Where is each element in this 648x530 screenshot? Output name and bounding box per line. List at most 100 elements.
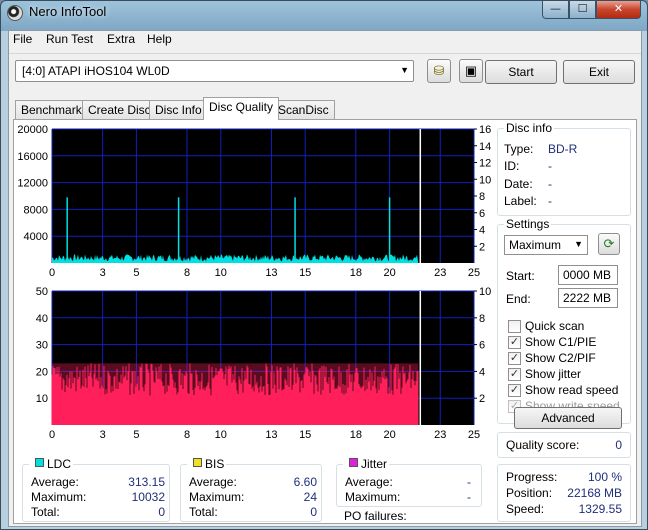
checkbox[interactable] [508, 320, 521, 333]
bis-title-text: BIS [205, 457, 225, 471]
x-tick-label: 8 [184, 429, 190, 441]
checkbox[interactable]: ✓ [508, 384, 521, 397]
y-right-tick-label: 8 [479, 313, 485, 325]
drive-select[interactable]: [4:0] ATAPI iHOS104 WL0D ▼ [15, 60, 414, 82]
menu-extra[interactable]: Extra [107, 32, 135, 46]
start-button[interactable]: Start [485, 60, 557, 84]
quality-score-group: Quality score: 0 [497, 432, 631, 458]
bis-maximum-label: Maximum: [189, 490, 245, 504]
minimize-button[interactable]: — [542, 1, 569, 19]
end-input[interactable]: 2222 MB [558, 288, 618, 308]
y-right-tick-label: 4 [479, 225, 485, 237]
eject-button[interactable]: ⛁ [427, 59, 451, 83]
y-right-tick-label: 10 [479, 286, 491, 298]
x-tick-label: 8 [184, 267, 190, 279]
refresh-icon: ⟳ [603, 236, 615, 251]
end-label: End: [506, 292, 531, 306]
x-tick-label: 18 [350, 429, 362, 441]
disc-info-group: Disc info Type: BD-R ID: - Date: - Label… [497, 121, 631, 216]
checkbox-label: Show jitter [525, 367, 582, 381]
tab-disc-info[interactable]: Disc Info [149, 100, 208, 120]
checkbox[interactable]: ✓ [508, 368, 521, 381]
charts-svg: 0 3 5 8 10 13 15 18 20 23 254000800012000160002000… [17, 124, 491, 441]
refresh-button[interactable]: ⟳ [598, 233, 620, 255]
x-tick-label: 20 [383, 267, 395, 279]
menu-bar: File Run Test Extra Help [9, 31, 641, 49]
jitter-maximum-label: Maximum: [345, 490, 401, 504]
tab-benchmark[interactable]: Benchmark [15, 100, 88, 120]
ldc-total-value: 0 [158, 505, 165, 519]
start-input[interactable]: 0000 MB [558, 265, 618, 285]
tab-disc-quality[interactable]: Disc Quality [203, 97, 280, 120]
save-button[interactable]: ▣ [459, 59, 483, 83]
x-tick-label: 5 [133, 429, 139, 441]
x-tick-label: 0 [49, 429, 55, 441]
ldc-stats-group: LDC Average: 313.15 Maximum: 10032 Total… [22, 457, 170, 522]
jitter-stats-group: Jitter Average: - Maximum: - [336, 457, 482, 507]
bis-swatch [193, 458, 202, 467]
ldc-average-value: 313.15 [128, 475, 165, 489]
y-right-tick-label: 6 [479, 208, 485, 220]
bis-average-label: Average: [189, 475, 237, 489]
ldc-title-text: LDC [47, 457, 72, 471]
jitter-title-text: Jitter [361, 457, 388, 471]
drive-select-value: [4:0] ATAPI iHOS104 WL0D [22, 64, 170, 78]
close-button[interactable]: ✕ [596, 1, 641, 19]
x-tick-label: 15 [299, 429, 311, 441]
y-left-tick-label: 16000 [17, 151, 48, 163]
chevron-down-icon: ▼ [400, 65, 409, 75]
bis-total-label: Total: [189, 505, 218, 519]
checkbox-label: Show C1/PIE [525, 335, 597, 349]
bis-title: BIS [187, 457, 227, 471]
x-tick-label: 3 [100, 267, 106, 279]
disc-info-title: Disc info [504, 121, 555, 135]
floppy-icon: ▣ [464, 63, 478, 78]
y-right-tick-label: 2 [479, 241, 485, 253]
checkbox[interactable]: ✓ [508, 336, 521, 349]
jitter-average-label: Average: [345, 475, 393, 489]
exit-button[interactable]: Exit [563, 60, 635, 84]
x-tick-label: 23 [434, 429, 446, 441]
tab-create-disc[interactable]: Create Disc [82, 100, 157, 120]
advanced-button[interactable]: Advanced [514, 407, 622, 429]
x-tick-label: 0 [49, 267, 55, 279]
menu-help[interactable]: Help [147, 32, 172, 46]
tab-scandisc[interactable]: ScanDisc [272, 100, 335, 120]
checkbox-label: Show C2/PIF [525, 351, 596, 365]
menu-file[interactable]: File [13, 32, 32, 46]
bis-total-value: 0 [310, 505, 317, 519]
x-tick-label: 23 [434, 267, 446, 279]
type-value: BD-R [548, 142, 578, 156]
checkbox[interactable]: ✓ [508, 352, 521, 365]
x-tick-label: 5 [133, 267, 139, 279]
y-left-tick-label: 20000 [17, 124, 48, 136]
disc-drive-icon: ⛁ [433, 63, 445, 78]
plot-background-ldc [52, 129, 474, 263]
charts-area: 0 3 5 8 10 13 15 18 20 23 25 4000 8000 12000 16000 2000… [14, 120, 494, 453]
y-right-tick-label: 14 [479, 141, 491, 153]
menu-run-test[interactable]: Run Test [46, 32, 93, 46]
label-label: Label: [504, 194, 537, 208]
ldc-total-label: Total: [31, 505, 60, 519]
po-failures-label: PO failures: [344, 509, 407, 523]
y-left-tick-label: 40 [36, 313, 48, 325]
settings-group: Settings Maximum ▼ ⟳ Start: 0000 MB End:… [497, 217, 631, 429]
y-right-tick-label: 8 [479, 191, 485, 203]
quality-score-label: Quality score: [506, 438, 580, 452]
ldc-maximum-value: 10032 [131, 490, 165, 504]
client-area: File Run Test Extra Help [4:0] ATAPI iHO… [8, 30, 642, 527]
settings-title: Settings [504, 217, 552, 231]
speed-select[interactable]: Maximum ▼ [504, 235, 588, 255]
start-label: Start: [506, 269, 535, 283]
y-left-tick-label: 50 [36, 286, 48, 298]
title-bar[interactable]: Nero InfoTool — ☐ ✕ [1, 1, 647, 29]
ldc-average-label: Average: [31, 475, 79, 489]
x-tick-label: 18 [350, 267, 362, 279]
date-label: Date: [504, 177, 533, 191]
position-value: 22168 MB [567, 486, 622, 500]
maximize-button[interactable]: ☐ [569, 1, 596, 19]
x-tick-label: 20 [383, 429, 395, 441]
progress-value: 100 % [587, 470, 622, 484]
y-left-tick-label: 30 [36, 340, 48, 352]
y-right-tick-label: 12 [479, 158, 491, 170]
